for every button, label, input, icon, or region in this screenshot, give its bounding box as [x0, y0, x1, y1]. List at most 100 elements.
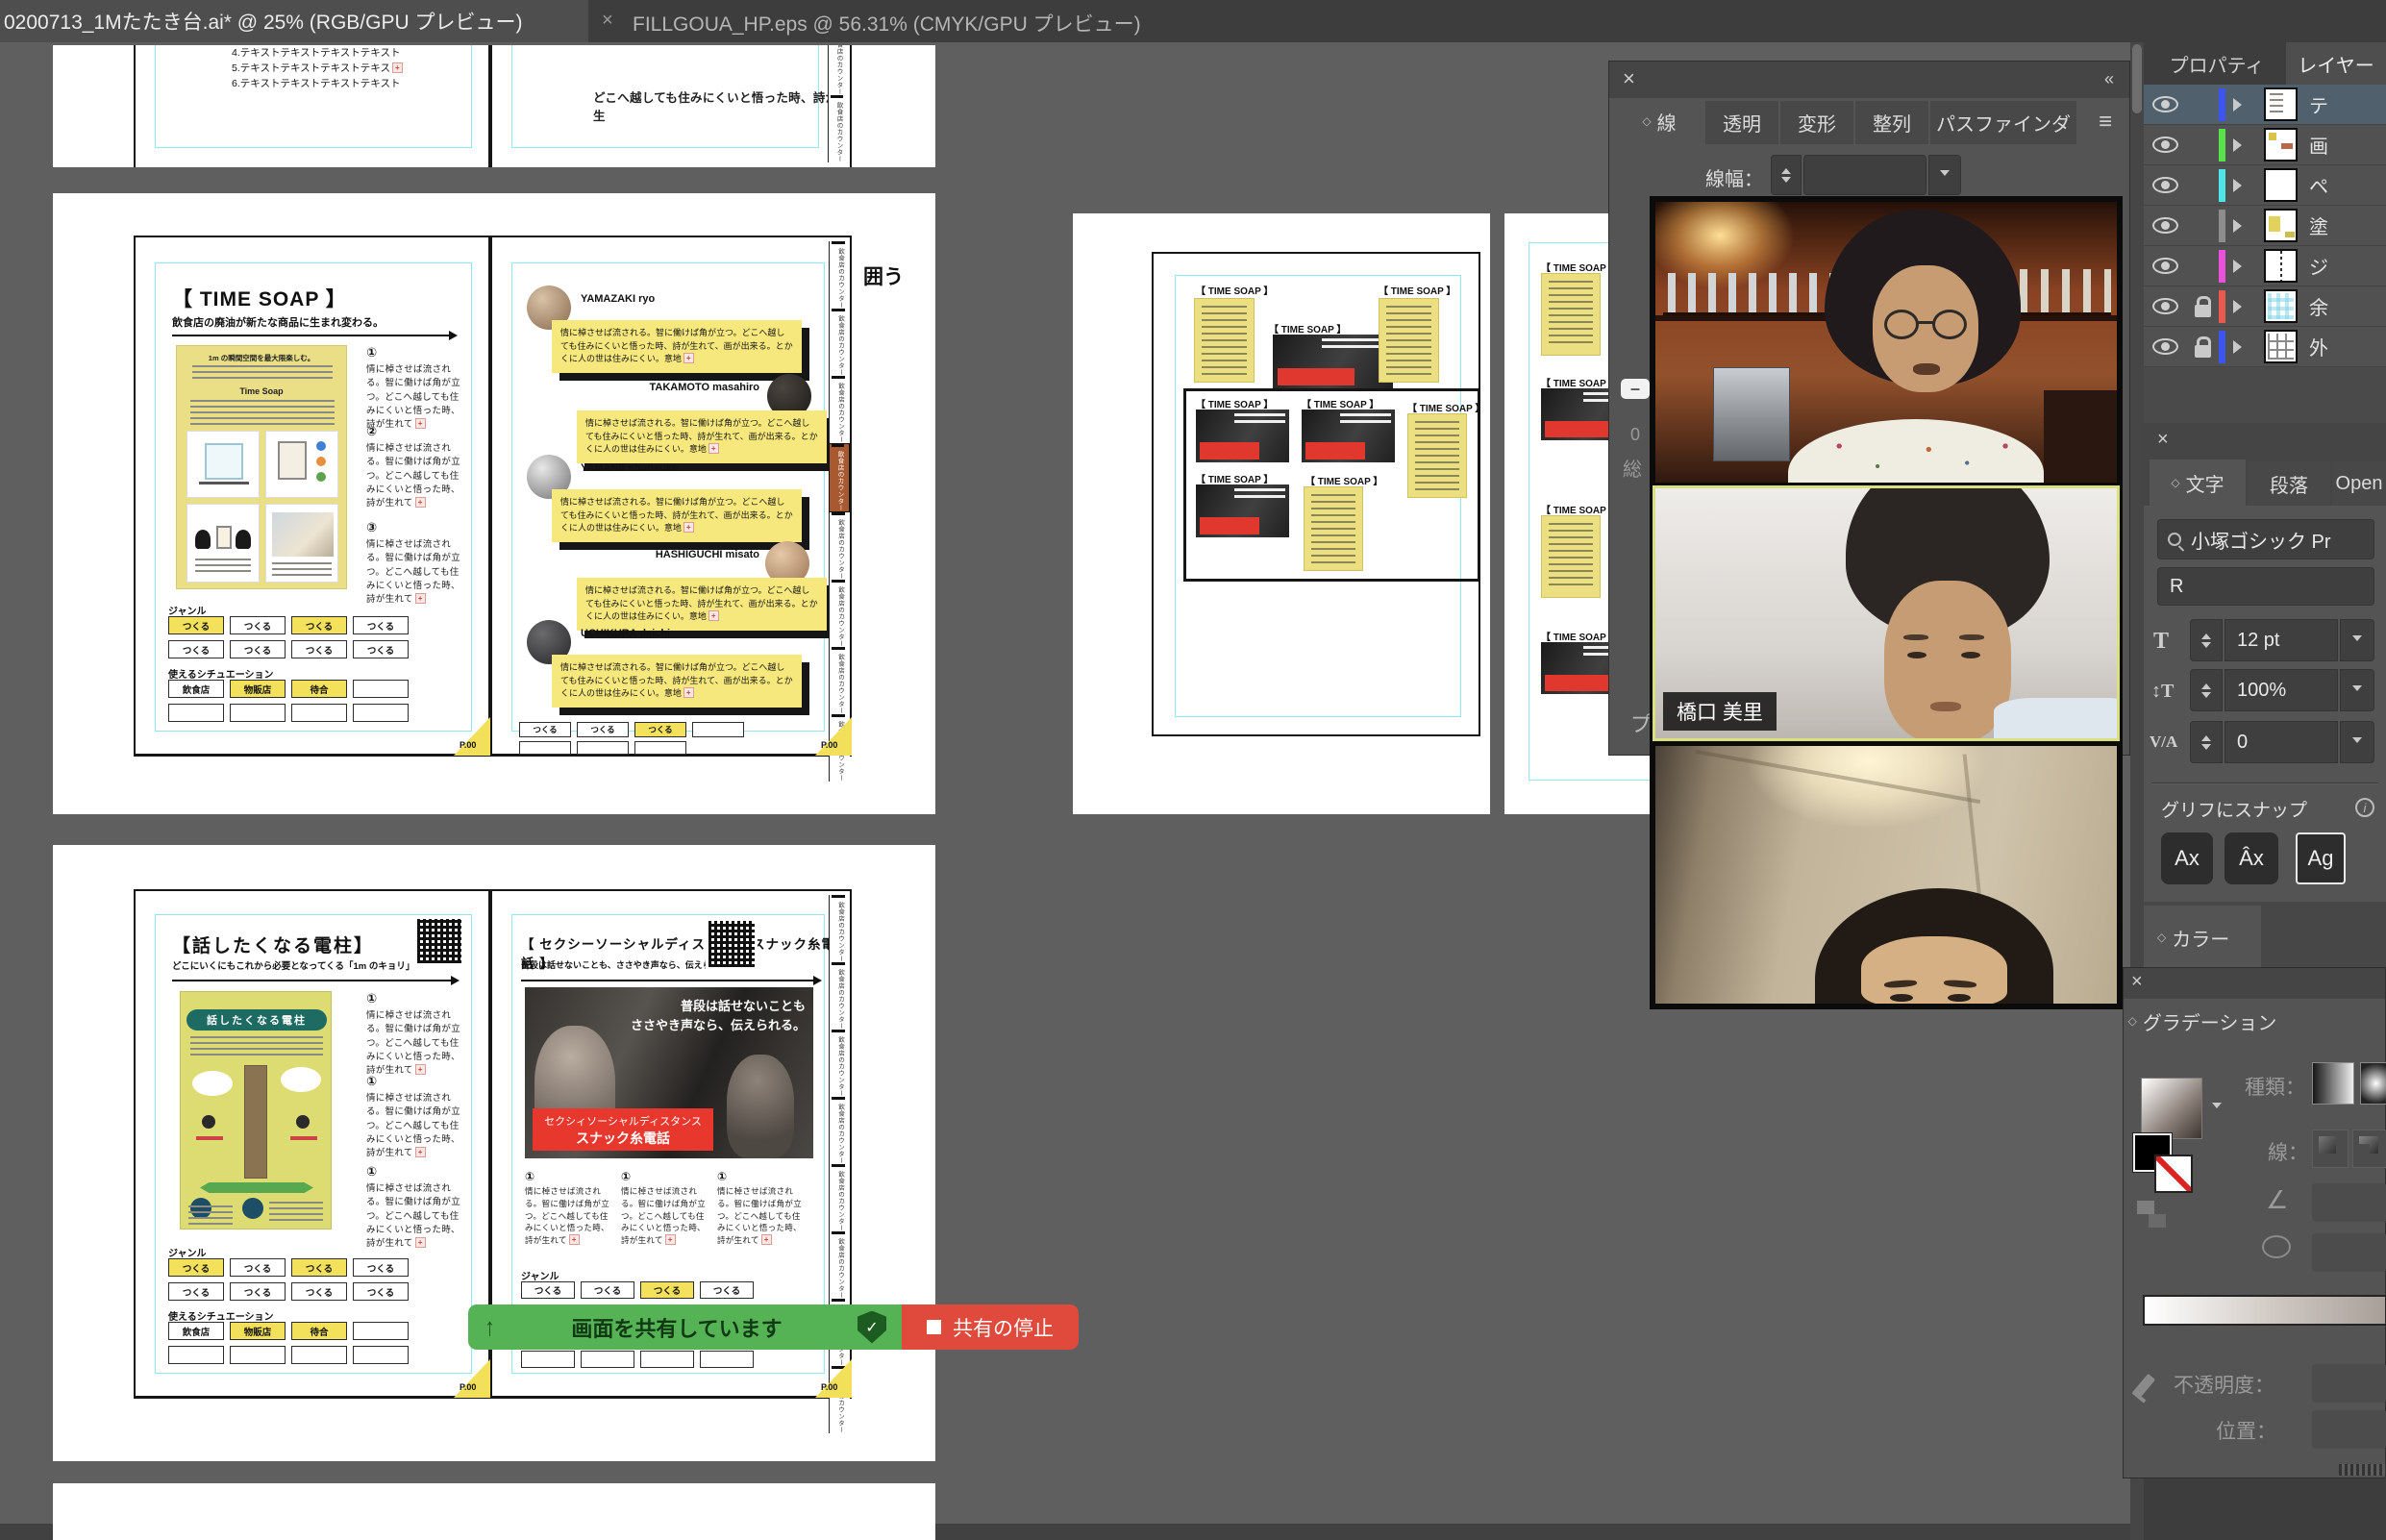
- gradient-swatch-dropdown-icon[interactable]: [2212, 1103, 2222, 1113]
- visibility-toggle[interactable]: [2144, 217, 2186, 234]
- layer-name[interactable]: ペ: [2309, 171, 2328, 199]
- tab-transform[interactable]: 変形: [1780, 101, 1853, 144]
- lock-toggle[interactable]: [2186, 336, 2219, 358]
- visibility-toggle[interactable]: [2144, 177, 2186, 193]
- photo-caption-hint: [1234, 413, 1285, 423]
- lock-toggle[interactable]: [2186, 296, 2219, 317]
- minimize-button[interactable]: –: [1621, 379, 1650, 399]
- chevron-right-icon[interactable]: [2233, 138, 2249, 152]
- stepper-down-icon[interactable]: [2201, 692, 2211, 703]
- reverse-gradient-icon[interactable]: [2137, 1201, 2154, 1214]
- stepper-up-icon[interactable]: [1781, 163, 1791, 174]
- font-size-field[interactable]: 12 pt: [2224, 619, 2338, 661]
- font-size-stepper[interactable]: [2190, 619, 2223, 661]
- tab-layers[interactable]: レイヤー: [2286, 42, 2386, 85]
- stroke-width-input[interactable]: [1803, 155, 1926, 195]
- layer-row[interactable]: 外: [2144, 327, 2386, 367]
- tab-color[interactable]: ◇カラー: [2144, 906, 2261, 969]
- close-icon[interactable]: ×: [2131, 971, 2143, 992]
- vertical-scale-stepper[interactable]: [2190, 669, 2223, 711]
- gradient-slider[interactable]: [2143, 1295, 2386, 1326]
- artboard-collage[interactable]: 【 TIME SOAP 】 【 TIME SOAP 】 【 TIME SOAP …: [1073, 213, 1490, 814]
- tab-opentype[interactable]: Open: [2332, 461, 2386, 506]
- snap-baseline-button[interactable]: Ax: [2161, 832, 2213, 884]
- layer-name[interactable]: 余: [2309, 292, 2328, 320]
- layer-name[interactable]: 外: [2309, 333, 2328, 360]
- tab-properties[interactable]: プロパティ: [2157, 42, 2276, 85]
- document-tab-inactive[interactable]: FILLGOUA_HP.eps @ 56.31% (CMYK/GPU プレビュー…: [633, 9, 1141, 37]
- collapse-icon[interactable]: «: [2104, 68, 2114, 89]
- tab-stroke[interactable]: ◇線: [1615, 98, 1703, 144]
- layer-row[interactable]: 画: [2144, 125, 2386, 165]
- layer-row[interactable]: テ: [2144, 85, 2386, 125]
- radial-gradient-button[interactable]: [2360, 1062, 2386, 1105]
- stepper-down-icon[interactable]: [2201, 642, 2211, 653]
- zoom-video-window[interactable]: 橋口 美里: [1650, 196, 2123, 1009]
- tab-character[interactable]: ◇文字: [2150, 460, 2246, 506]
- font-size-dropdown[interactable]: [2340, 619, 2374, 661]
- stepper-up-icon[interactable]: [2201, 629, 2211, 639]
- chevron-right-icon[interactable]: [2233, 179, 2249, 192]
- artboard-top[interactable]: 4.テキストテキストテキストテキスト 5.テキストテキストテキストテキス+ 6.…: [53, 45, 935, 167]
- tracking-stepper[interactable]: [2190, 721, 2223, 763]
- vertical-scale-dropdown[interactable]: [2340, 669, 2374, 711]
- tab-align[interactable]: 整列: [1855, 101, 1928, 144]
- genre-tag: つくる: [353, 640, 409, 658]
- layer-name[interactable]: 画: [2309, 131, 2328, 159]
- participant-video-3[interactable]: [1655, 746, 2117, 1004]
- tracking-field[interactable]: 0: [2224, 721, 2338, 763]
- stroke-proxy-none-swatch[interactable]: [2154, 1155, 2193, 1193]
- document-tab-active[interactable]: 0200713_1Mたたき台.ai* @ 25% (RGB/GPU プレビュー): [0, 0, 588, 42]
- gradient-swatch[interactable]: [2141, 1078, 2202, 1139]
- info-icon[interactable]: i: [2355, 798, 2374, 817]
- vertical-scale-field[interactable]: 100%: [2224, 669, 2338, 711]
- panel-resize-grip[interactable]: [2339, 1464, 2386, 1476]
- visibility-toggle[interactable]: [2144, 258, 2186, 274]
- stepper-down-icon[interactable]: [2201, 744, 2211, 755]
- tab-pathfinder[interactable]: パスファインダ: [1930, 101, 2076, 144]
- close-tab-icon[interactable]: ×: [602, 10, 613, 32]
- tab-gradient[interactable]: ◇グラデーション: [2129, 999, 2275, 1043]
- tab-transparency[interactable]: 透明: [1705, 101, 1778, 144]
- chevron-right-icon[interactable]: [2233, 340, 2249, 354]
- snap-xheight-button[interactable]: Âx: [2224, 832, 2278, 884]
- layer-row[interactable]: 塗: [2144, 206, 2386, 246]
- visibility-toggle[interactable]: [2144, 137, 2186, 153]
- layer-thumbnail: [2264, 249, 2298, 283]
- layer-row[interactable]: ペ: [2144, 165, 2386, 206]
- font-family-field[interactable]: 小塚ゴシック Pr: [2157, 519, 2374, 559]
- reverse-gradient-icon-2[interactable]: [2149, 1214, 2166, 1228]
- layer-name[interactable]: ジ: [2309, 252, 2328, 280]
- linear-gradient-button[interactable]: [2312, 1062, 2354, 1105]
- layer-row[interactable]: 余: [2144, 286, 2386, 327]
- artboard-partial[interactable]: [53, 1483, 935, 1540]
- artboard-denchu[interactable]: 【話したくなる電柱】 どこにいくにもこれから必要となってくる「1m のキョリ」 …: [53, 845, 935, 1461]
- stepper-up-icon[interactable]: [2201, 731, 2211, 741]
- participant-video-1[interactable]: [1655, 202, 2117, 483]
- scrollbar-thumb[interactable]: [2132, 44, 2142, 113]
- chevron-right-icon[interactable]: [2233, 98, 2249, 112]
- tab-paragraph[interactable]: 段落: [2248, 461, 2330, 506]
- layer-row[interactable]: ジ: [2144, 246, 2386, 286]
- panel-menu-icon[interactable]: ≡: [2099, 112, 2112, 133]
- participant-video-2[interactable]: 橋口 美里: [1653, 485, 2120, 741]
- visibility-toggle[interactable]: [2144, 298, 2186, 314]
- font-style-field[interactable]: R: [2157, 567, 2374, 606]
- chevron-right-icon[interactable]: [2233, 219, 2249, 233]
- tracking-dropdown[interactable]: [2340, 721, 2374, 763]
- stop-share-button[interactable]: 共有の停止: [902, 1304, 1079, 1350]
- chevron-right-icon[interactable]: [2233, 300, 2249, 313]
- visibility-toggle[interactable]: [2144, 338, 2186, 355]
- stroke-width-stepper[interactable]: [1771, 155, 1802, 195]
- stepper-up-icon[interactable]: [2201, 679, 2211, 689]
- stepper-down-icon[interactable]: [1781, 177, 1791, 187]
- layer-name[interactable]: 塗: [2309, 211, 2328, 239]
- layer-name[interactable]: テ: [2309, 90, 2328, 118]
- artboard-timesoap[interactable]: 【 TIME SOAP 】 飲食店の廃油が新たな商品に生まれ変わる。 1m の瞬…: [53, 193, 935, 814]
- close-icon[interactable]: ×: [1623, 68, 1635, 89]
- snap-glyph-bounds-button[interactable]: Ag: [2296, 832, 2346, 884]
- visibility-toggle[interactable]: [2144, 96, 2186, 112]
- stroke-width-dropdown[interactable]: [1928, 155, 1961, 195]
- close-icon[interactable]: ×: [2157, 429, 2169, 450]
- chevron-right-icon[interactable]: [2233, 260, 2249, 273]
